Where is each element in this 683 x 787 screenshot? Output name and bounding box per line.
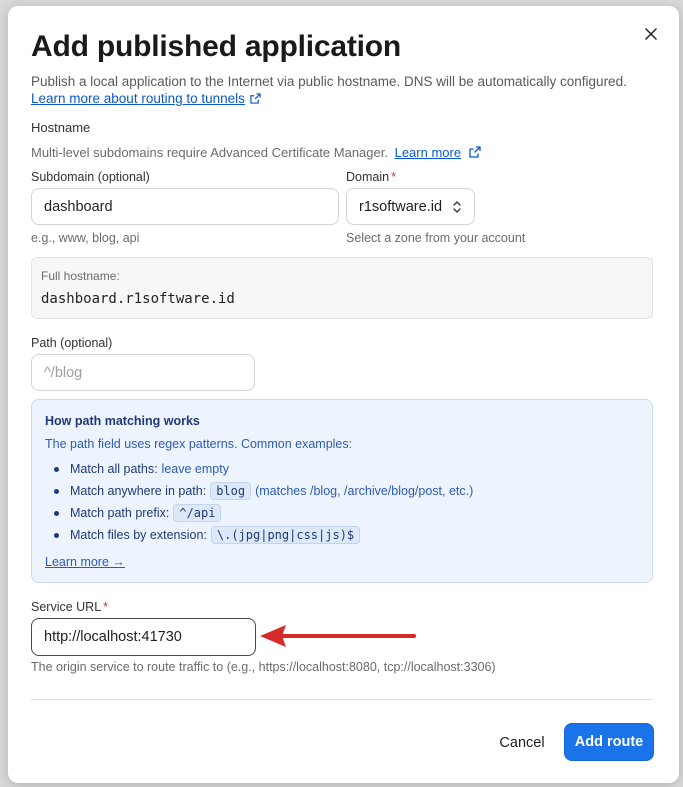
list-item: Match anywhere in path: blog (matches /b… — [45, 480, 473, 502]
acm-learn-more-link[interactable]: Learn more — [395, 145, 461, 160]
dialog-subtitle: Publish a local application to the Inter… — [31, 73, 651, 107]
example-desc: (matches /blog, /archive/blog/post, etc.… — [255, 484, 474, 498]
service-url-label-text: Service URL — [31, 600, 102, 614]
subdomain-label: Subdomain (optional) — [31, 170, 150, 184]
example-label: Match path prefix: — [70, 506, 170, 520]
path-matching-info: How path matching works The path field u… — [31, 399, 653, 583]
subdomain-input[interactable] — [31, 188, 339, 225]
cancel-button[interactable]: Cancel — [488, 724, 556, 761]
service-url-input[interactable] — [31, 618, 256, 656]
info-description: The path field uses regex patterns. Comm… — [45, 437, 353, 451]
acm-note-text: Multi-level subdomains require Advanced … — [31, 145, 388, 160]
chevron-up-down-icon — [452, 200, 462, 214]
domain-selected-value: r1software.id — [359, 198, 443, 215]
info-examples-list: Match all paths: leave empty Match anywh… — [45, 458, 473, 546]
list-item: Match path prefix: ^/api — [45, 502, 473, 524]
close-button[interactable] — [642, 25, 660, 43]
example-label: Match anywhere in path: — [70, 484, 207, 498]
acm-link-text: Learn more — [394, 145, 462, 160]
path-label: Path (optional) — [31, 336, 113, 350]
example-code: \.(jpg|png|css|js)$ — [210, 526, 361, 544]
footer-divider — [31, 699, 653, 700]
info-title: How path matching works — [45, 414, 200, 428]
service-url-help: The origin service to route traffic to (… — [31, 660, 496, 674]
subtitle-text: Publish a local application to the Inter… — [31, 74, 627, 89]
list-item: Match all paths: leave empty — [45, 458, 473, 480]
required-mark: * — [391, 170, 396, 184]
external-link-icon — [469, 146, 481, 158]
annotation-arrow-icon — [260, 625, 416, 647]
example-label: Match files by extension: — [70, 528, 207, 542]
add-route-button[interactable]: Add route — [564, 723, 654, 761]
subdomain-help: e.g., www, blog, api — [31, 231, 140, 245]
routing-learn-more-link[interactable]: Learn more about routing to tunnels — [31, 91, 245, 106]
example-label: Match all paths: — [70, 462, 158, 476]
full-hostname-panel: Full hostname: dashboard.r1software.id — [31, 257, 653, 319]
full-hostname-label: Full hostname: — [41, 269, 120, 283]
external-link-icon — [250, 93, 261, 104]
hostname-section-label: Hostname — [31, 120, 91, 135]
example-code: blog — [210, 482, 252, 500]
close-icon — [645, 28, 657, 40]
add-application-dialog: Add published application Publish a loca… — [8, 6, 679, 783]
path-learn-more-link[interactable]: Learn more → — [45, 555, 125, 569]
domain-label-text: Domain — [346, 170, 390, 184]
routing-link-text: Learn more about routing to tunnels — [31, 91, 245, 106]
path-input[interactable] — [31, 354, 255, 391]
service-url-label: Service URL * — [31, 600, 108, 614]
domain-help: Select a zone from your account — [346, 231, 526, 245]
required-mark: * — [103, 600, 109, 614]
dialog-title: Add published application — [31, 30, 402, 63]
list-item: Match files by extension: \.(jpg|png|css… — [45, 524, 473, 546]
acm-note: Multi-level subdomains require Advanced … — [31, 145, 481, 160]
example-desc: leave empty — [161, 462, 229, 476]
domain-select[interactable]: r1software.id — [346, 188, 476, 225]
example-code: ^/api — [173, 504, 222, 522]
full-hostname-value: dashboard.r1software.id — [41, 291, 235, 307]
domain-label: Domain * — [346, 170, 396, 184]
